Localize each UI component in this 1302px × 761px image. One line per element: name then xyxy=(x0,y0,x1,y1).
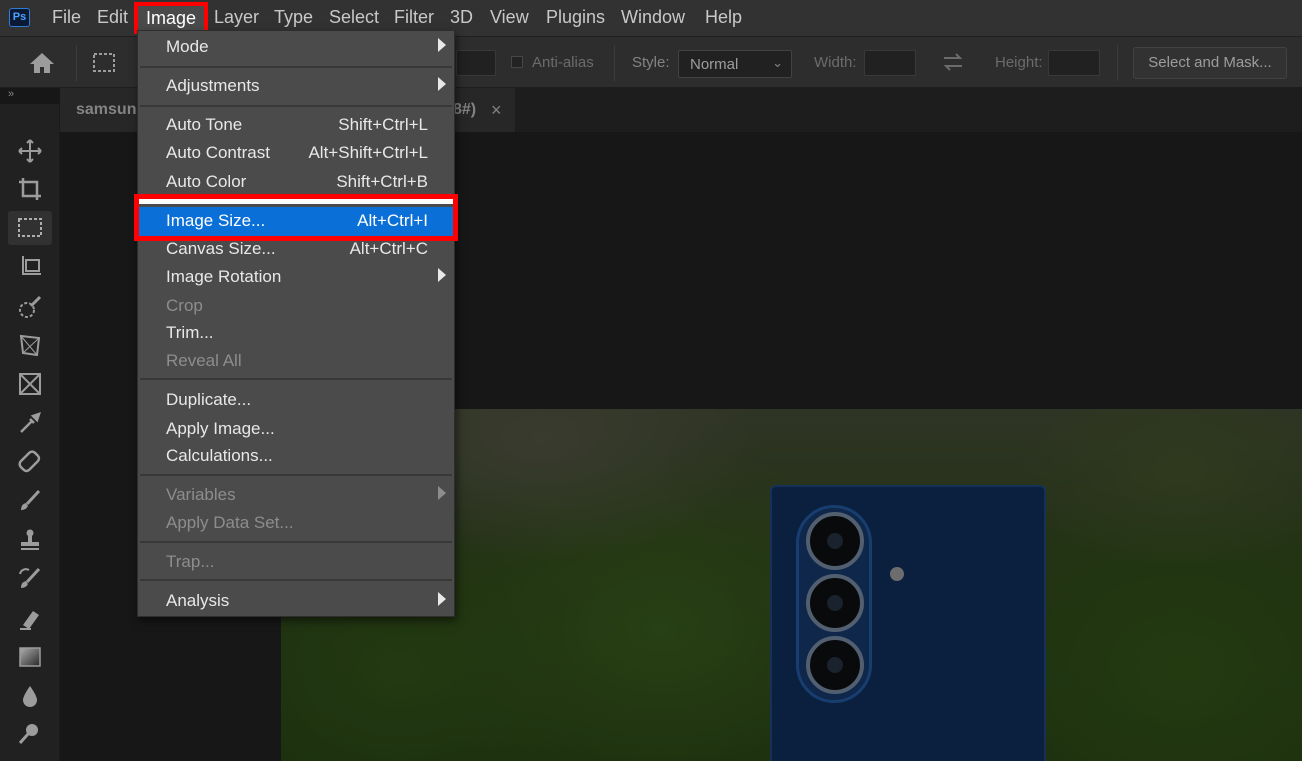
menu-item-adjustments[interactable]: Adjustments xyxy=(138,72,454,100)
menu-separator xyxy=(140,66,452,68)
submenu-arrow-icon xyxy=(438,77,446,91)
menu-item-crop[interactable]: Crop xyxy=(138,292,454,320)
menu-view[interactable]: View xyxy=(490,7,529,28)
menu-help[interactable]: Help xyxy=(705,7,742,28)
menu-file[interactable]: File xyxy=(52,7,81,28)
menu-separator xyxy=(140,105,452,107)
menu-layer[interactable]: Layer xyxy=(214,7,259,28)
menu-item-auto-tone[interactable]: Auto Tone Shift+Ctrl+L xyxy=(138,111,454,139)
submenu-arrow-icon xyxy=(438,268,446,282)
annotation-highlight-box xyxy=(134,194,458,241)
menu-item-calculations[interactable]: Calculations... xyxy=(138,442,454,470)
menu-item-mode[interactable]: Mode xyxy=(138,33,454,61)
menu-item-auto-color[interactable]: Auto Color Shift+Ctrl+B xyxy=(138,168,454,196)
menu-separator xyxy=(140,378,452,380)
menu-item-trim[interactable]: Trim... xyxy=(138,319,454,347)
menu-separator xyxy=(140,541,452,543)
menu-window[interactable]: Window xyxy=(621,7,685,28)
menu-separator xyxy=(140,579,452,581)
submenu-arrow-icon xyxy=(438,592,446,606)
menu-item-apply-data-set[interactable]: Apply Data Set... xyxy=(138,509,454,537)
menu-3d[interactable]: 3D xyxy=(450,7,473,28)
menu-select[interactable]: Select xyxy=(329,7,379,28)
submenu-arrow-icon xyxy=(438,38,446,52)
menu-type[interactable]: Type xyxy=(274,7,313,28)
menu-item-trap[interactable]: Trap... xyxy=(138,548,454,576)
menu-item-variables[interactable]: Variables xyxy=(138,481,454,509)
menu-item-apply-image[interactable]: Apply Image... xyxy=(138,415,454,443)
menu-plugins[interactable]: Plugins xyxy=(546,7,605,28)
image-dropdown-menu: Mode Adjustments Auto Tone Shift+Ctrl+L … xyxy=(137,30,455,617)
menu-separator xyxy=(140,474,452,476)
menu-item-image-rotation[interactable]: Image Rotation xyxy=(138,263,454,291)
menu-edit[interactable]: Edit xyxy=(97,7,128,28)
menu-filter[interactable]: Filter xyxy=(394,7,434,28)
submenu-arrow-icon xyxy=(438,486,446,500)
menu-item-auto-contrast[interactable]: Auto Contrast Alt+Shift+Ctrl+L xyxy=(138,139,454,167)
photoshop-logo-icon: Ps xyxy=(9,8,30,27)
menu-item-reveal-all[interactable]: Reveal All xyxy=(138,347,454,375)
menu-item-analysis[interactable]: Analysis xyxy=(138,587,454,615)
menu-item-duplicate[interactable]: Duplicate... xyxy=(138,386,454,414)
